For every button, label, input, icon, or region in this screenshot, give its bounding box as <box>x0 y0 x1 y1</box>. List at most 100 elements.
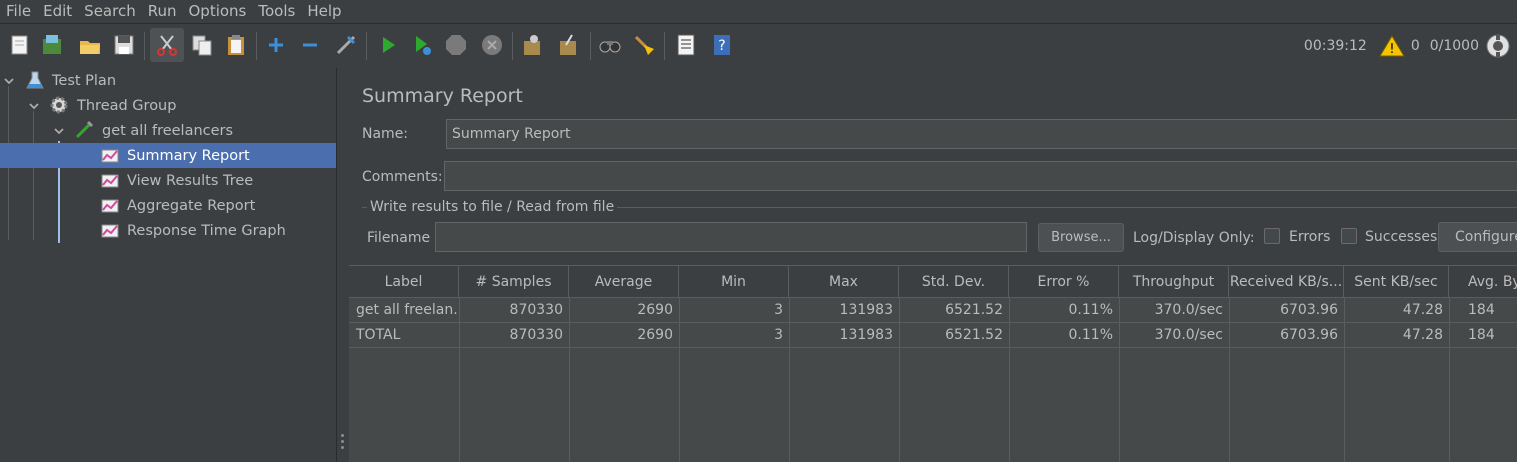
tree-item-thread-group[interactable]: Thread Group <box>0 93 336 118</box>
menu-bar: File Edit Search Run Options Tools Help <box>0 0 1517 22</box>
column-header-throughput[interactable]: Throughput <box>1119 266 1229 298</box>
menu-search[interactable]: Search <box>78 0 142 22</box>
listener-icon <box>101 199 119 213</box>
name-label: Name: <box>362 126 409 142</box>
tree-item-sampler[interactable]: get all freelancers <box>0 118 336 143</box>
column-header-std-dev[interactable]: Std. Dev. <box>899 266 1009 298</box>
filename-field[interactable] <box>435 222 1027 252</box>
table-cell: 6521.52 <box>945 302 1003 318</box>
clear-all-icon[interactable] <box>554 31 582 59</box>
templates-icon[interactable] <box>38 31 66 59</box>
column-header-average[interactable]: Average <box>569 266 679 298</box>
table-row[interactable]: TOTAL 870330 2690 3 131983 6521.52 0.11%… <box>349 323 1517 348</box>
menu-tools[interactable]: Tools <box>252 0 301 22</box>
new-icon[interactable] <box>6 31 34 59</box>
table-cell: get all freelan... <box>356 302 459 318</box>
menu-help[interactable]: Help <box>301 0 347 22</box>
column-header-samples[interactable]: # Samples <box>459 266 569 298</box>
svg-text:!: ! <box>1389 42 1394 57</box>
table-cell: TOTAL <box>356 327 401 343</box>
collapse-icon[interactable] <box>296 31 324 59</box>
search-icon[interactable] <box>596 31 624 59</box>
table-cell: 870330 <box>509 302 563 318</box>
tree-item-summary-report[interactable]: Summary Report <box>0 143 336 168</box>
tree-label: get all freelancers <box>102 122 234 139</box>
column-header-error[interactable]: Error % <box>1009 266 1119 298</box>
start-no-pauses-icon[interactable] <box>408 31 436 59</box>
column-header-received[interactable]: Received KB/s... <box>1229 266 1344 298</box>
menu-file[interactable]: File <box>0 0 37 22</box>
table-cell: 6521.52 <box>945 327 1003 343</box>
table-cell: 184 <box>1468 302 1495 318</box>
tree-label: Response Time Graph <box>127 222 286 239</box>
tree-label: Thread Group <box>77 97 177 114</box>
splitter-grip <box>341 446 344 449</box>
split-divider[interactable] <box>336 68 349 462</box>
comments-field[interactable] <box>444 161 1517 191</box>
expand-icon[interactable] <box>262 31 290 59</box>
listener-icon <box>101 224 119 238</box>
menu-edit[interactable]: Edit <box>37 0 78 22</box>
name-field[interactable]: Summary Report <box>446 119 1517 149</box>
log-viewer-icon[interactable] <box>1485 33 1511 59</box>
menu-options[interactable]: Options <box>182 0 252 22</box>
tree-item-view-results-tree[interactable]: View Results Tree <box>0 168 336 193</box>
table-cell: 131983 <box>839 327 893 343</box>
table-cell: 131983 <box>839 302 893 318</box>
configure-button[interactable]: Configure <box>1438 222 1517 252</box>
elapsed-time: 00:39:12 <box>1303 38 1367 54</box>
column-header-label[interactable]: Label <box>349 266 459 298</box>
table-cell: 184 <box>1468 327 1495 343</box>
remote-start-icon[interactable] <box>518 31 546 59</box>
browse-button[interactable]: Browse... <box>1038 223 1124 252</box>
listener-icon <box>101 174 119 188</box>
tree-item-test-plan[interactable]: Test Plan <box>0 68 336 93</box>
table-cell: 0.11% <box>1068 327 1113 343</box>
column-header-sent[interactable]: Sent KB/sec <box>1344 266 1449 298</box>
table-cell: 3 <box>774 302 783 318</box>
reset-search-icon[interactable] <box>630 31 658 59</box>
errors-label: Errors <box>1289 229 1331 245</box>
help-icon[interactable]: ? <box>708 31 736 59</box>
toolbar: ? 00:39:12 ! 0 0/1000 <box>0 23 1517 69</box>
splitter-grip <box>341 434 344 437</box>
column-header-max[interactable]: Max <box>789 266 899 298</box>
table-row[interactable]: get all freelan... 870330 2690 3 131983 … <box>349 298 1517 323</box>
save-icon[interactable] <box>110 31 138 59</box>
toggle-icon[interactable] <box>332 31 360 59</box>
table-header: Label # Samples Average Min Max Std. Dev… <box>349 265 1517 298</box>
start-icon[interactable] <box>374 31 402 59</box>
warning-icon[interactable]: ! <box>1378 34 1405 58</box>
cut-icon[interactable] <box>150 28 184 62</box>
test-plan-tree: Test Plan Thread Group get all freelance… <box>0 68 336 462</box>
tree-label: Test Plan <box>52 72 117 89</box>
table-cell: 2690 <box>637 302 673 318</box>
table-cell: 2690 <box>637 327 673 343</box>
stop-icon[interactable] <box>442 31 470 59</box>
open-icon[interactable] <box>76 31 104 59</box>
chevron-down-icon <box>54 128 64 135</box>
column-header-min[interactable]: Min <box>679 266 789 298</box>
function-helper-icon[interactable] <box>672 31 700 59</box>
copy-icon[interactable] <box>188 31 216 59</box>
successes-label: Successes <box>1365 229 1438 245</box>
errors-checkbox[interactable] <box>1264 228 1280 244</box>
warning-count: 0 <box>1410 38 1420 54</box>
shutdown-icon[interactable] <box>478 31 506 59</box>
filename-label: Filename <box>367 230 431 246</box>
paste-icon[interactable] <box>222 31 250 59</box>
splitter-grip <box>341 440 344 443</box>
flask-icon <box>26 71 44 89</box>
svg-text:?: ? <box>718 38 725 54</box>
tree-item-response-time-graph[interactable]: Response Time Graph <box>0 218 336 243</box>
table-cell: 47.28 <box>1402 327 1443 343</box>
chevron-down-icon <box>4 78 14 85</box>
column-header-avg-bytes[interactable]: Avg. By <box>1449 266 1517 298</box>
table-cell: 870330 <box>509 327 563 343</box>
status-area: 00:39:12 ! 0 0/1000 <box>1304 24 1517 68</box>
table-cell: 370.0/sec <box>1154 302 1223 318</box>
table-cell: 370.0/sec <box>1154 327 1223 343</box>
menu-run[interactable]: Run <box>142 0 183 22</box>
tree-item-aggregate-report[interactable]: Aggregate Report <box>0 193 336 218</box>
successes-checkbox[interactable] <box>1341 228 1357 244</box>
